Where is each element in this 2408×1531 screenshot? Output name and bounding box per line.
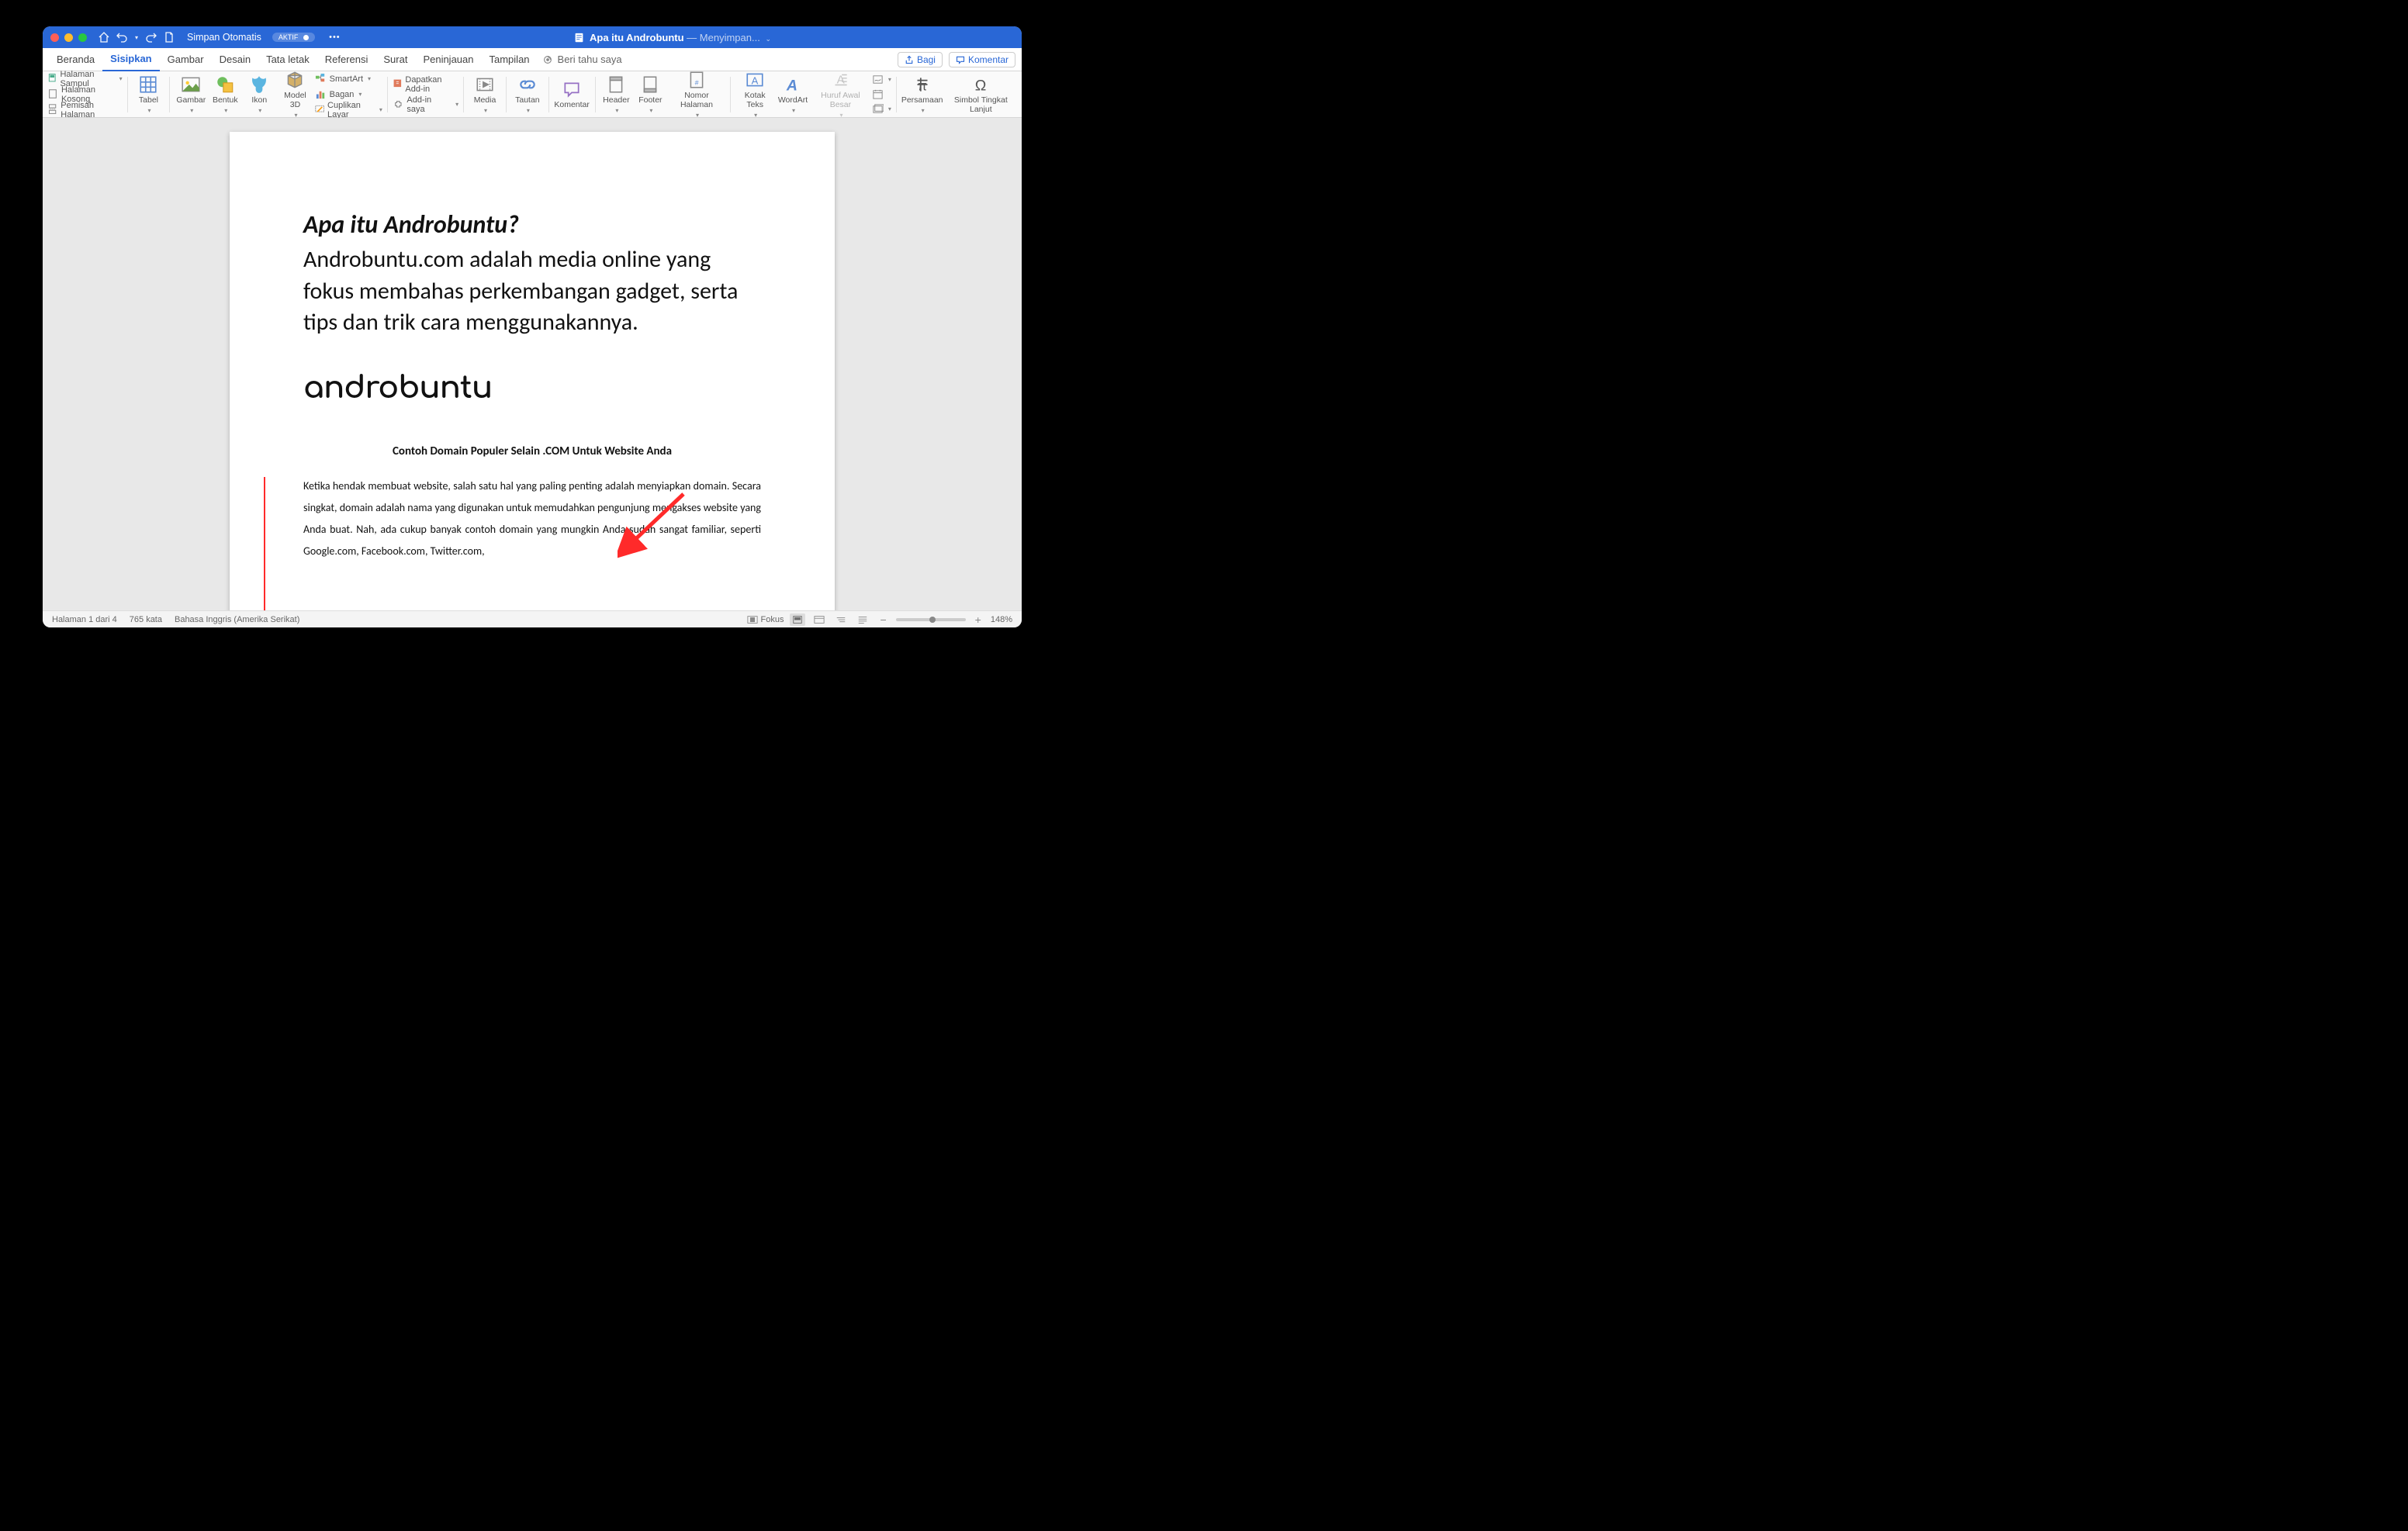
- tab-sisipkan[interactable]: Sisipkan: [102, 48, 159, 71]
- file-icon[interactable]: [163, 31, 175, 43]
- minimize-button[interactable]: [64, 33, 73, 42]
- ikon-button[interactable]: Ikon: [243, 74, 275, 114]
- redo-icon[interactable]: [145, 31, 157, 43]
- tab-beranda[interactable]: Beranda: [49, 48, 102, 71]
- margin-indicator: [264, 477, 265, 610]
- ribbon: Halaman Sampul Halaman Kosong Pemisah Ha…: [43, 71, 1022, 118]
- kotak-teks-button[interactable]: AKotak Teks: [735, 70, 775, 118]
- hurufawal-button[interactable]: AHuruf Awal Besar: [811, 70, 870, 118]
- nomor-halaman-button[interactable]: #Nomor Halaman: [668, 70, 725, 118]
- share-button[interactable]: Bagi: [898, 52, 943, 67]
- autosave-label: Simpan Otomatis: [187, 32, 261, 43]
- annotation-arrow: [618, 482, 695, 560]
- svg-text:#: #: [695, 79, 699, 87]
- comments-button[interactable]: Komentar: [949, 52, 1015, 67]
- tab-gambar[interactable]: Gambar: [160, 48, 212, 71]
- view-draft-icon[interactable]: [855, 613, 870, 626]
- zoom-button[interactable]: [78, 33, 87, 42]
- zoom-in-button[interactable]: +: [972, 613, 984, 626]
- status-words[interactable]: 765 kata: [130, 615, 162, 624]
- tab-surat[interactable]: Surat: [375, 48, 415, 71]
- signature-line-button[interactable]: [872, 73, 891, 87]
- zoom-level[interactable]: 148%: [991, 615, 1012, 624]
- halaman-kosong-button[interactable]: Halaman Kosong: [47, 88, 123, 102]
- addin-saya-button[interactable]: Add-in saya: [393, 98, 458, 112]
- zoom-out-button[interactable]: −: [877, 613, 889, 626]
- document-page[interactable]: Apa itu Androbuntu? Androbuntu.com adala…: [230, 132, 835, 610]
- smartart-button[interactable]: SmartArt: [315, 72, 371, 86]
- tabel-button[interactable]: Tabel: [132, 74, 164, 114]
- ribbon-tabs: Beranda Sisipkan Gambar Desain Tata leta…: [43, 48, 1022, 71]
- wordart-button[interactable]: AWordArt: [777, 74, 809, 114]
- svg-text:A: A: [786, 78, 797, 95]
- home-icon[interactable]: [98, 31, 110, 43]
- autosave-toggle[interactable]: AKTIF: [272, 33, 316, 42]
- datetime-button[interactable]: [872, 88, 884, 102]
- cuplikan-button[interactable]: Cuplikan Layar: [315, 103, 382, 117]
- status-page[interactable]: Halaman 1 dari 4: [52, 615, 117, 624]
- komentar-button[interactable]: Komentar: [554, 79, 590, 110]
- tab-tampilan[interactable]: Tampilan: [482, 48, 538, 71]
- document-title[interactable]: Apa itu Androbuntu — Menyimpan... ⌄: [341, 32, 1005, 43]
- gambar-button[interactable]: Gambar: [175, 74, 207, 114]
- header-button[interactable]: Header: [600, 74, 632, 114]
- halaman-sampul-button[interactable]: Halaman Sampul: [47, 72, 123, 86]
- persamaan-button[interactable]: πPersamaan: [901, 74, 943, 114]
- tab-tataletak[interactable]: Tata letak: [258, 48, 317, 71]
- view-outline-icon[interactable]: [833, 613, 849, 626]
- titlebar: ▾ Simpan Otomatis AKTIF ••• Apa itu Andr…: [43, 26, 1022, 48]
- bentuk-button[interactable]: Bentuk: [209, 74, 241, 114]
- doc-subtitle: Contoh Domain Populer Selain .COM Untuk …: [303, 444, 761, 458]
- status-lang[interactable]: Bahasa Inggris (Amerika Serikat): [175, 615, 299, 624]
- undo-chevron-icon[interactable]: ▾: [133, 31, 140, 43]
- zoom-slider[interactable]: [896, 618, 966, 621]
- simbol-button[interactable]: ΩSimbol Tingkat Lanjut: [945, 74, 1018, 114]
- window-controls: [50, 33, 87, 42]
- doc-intro: Androbuntu.com adalah media online yang …: [303, 244, 761, 339]
- dapatkan-addin-button[interactable]: Dapatkan Add-in: [393, 78, 458, 92]
- tab-referensi[interactable]: Referensi: [317, 48, 376, 71]
- svg-text:A: A: [752, 75, 759, 87]
- view-print-icon[interactable]: [790, 613, 805, 626]
- document-canvas[interactable]: Apa itu Androbuntu? Androbuntu.com adala…: [43, 118, 1022, 610]
- tautan-button[interactable]: Tautan: [511, 74, 544, 114]
- tab-peninjauan[interactable]: Peninjauan: [415, 48, 481, 71]
- doc-heading: Apa itu Androbuntu?: [303, 209, 761, 240]
- svg-text:Ω: Ω: [975, 78, 987, 95]
- svg-text:π: π: [918, 78, 927, 94]
- pemisah-halaman-button[interactable]: Pemisah Halaman: [47, 103, 123, 117]
- object-button[interactable]: [872, 102, 891, 116]
- view-web-icon[interactable]: [811, 613, 827, 626]
- doc-logo: androbuntu: [303, 372, 761, 406]
- focus-mode[interactable]: Fokus: [747, 615, 784, 624]
- media-button[interactable]: Media: [469, 74, 501, 114]
- more-icon[interactable]: •••: [328, 31, 341, 43]
- close-button[interactable]: [50, 33, 59, 42]
- status-bar: Halaman 1 dari 4 765 kata Bahasa Inggris…: [43, 610, 1022, 627]
- tellme-search[interactable]: Beri tahu saya: [542, 54, 622, 65]
- bagan-button[interactable]: Bagan: [315, 88, 362, 102]
- model3d-button[interactable]: Model 3D: [277, 70, 313, 118]
- word-window: ▾ Simpan Otomatis AKTIF ••• Apa itu Andr…: [43, 26, 1022, 627]
- tab-desain[interactable]: Desain: [212, 48, 258, 71]
- footer-button[interactable]: Footer: [634, 74, 666, 114]
- undo-icon[interactable]: [116, 31, 128, 43]
